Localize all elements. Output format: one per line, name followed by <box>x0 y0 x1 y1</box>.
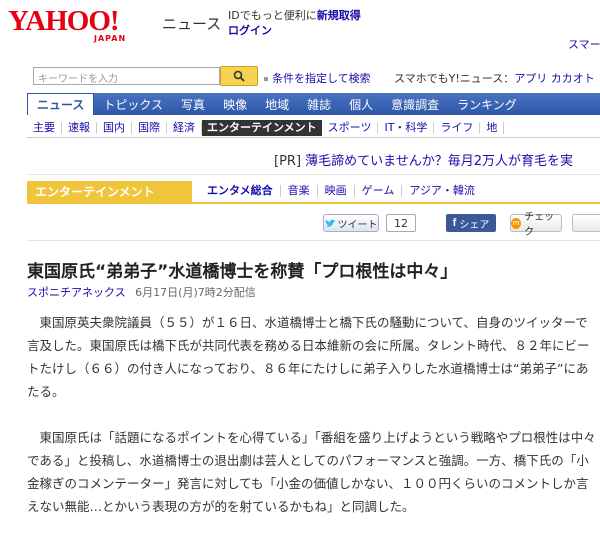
facebook-share-label: シェア <box>459 219 490 231</box>
section-header: エンターテインメント エンタメ総合 音楽 映画 ゲーム アジア・韓流 <box>27 181 600 204</box>
gnav-individual[interactable]: 個人 <box>340 93 382 115</box>
cat-life[interactable]: ライフ <box>434 121 481 134</box>
article-source-link[interactable]: スポニチアネックス <box>27 286 126 299</box>
sub-entertainment-general[interactable]: エンタメ総合 <box>207 185 281 197</box>
article-body: 東国原英夫衆院議員（５５）が１６日、水道橋博士と橋下氏の騒動について、自身のツイ… <box>27 311 600 539</box>
sub-asia-korea[interactable]: アジア・韓流 <box>402 185 482 197</box>
section-sub-nav: エンタメ総合 音楽 映画 ゲーム アジア・韓流 <box>207 185 482 197</box>
global-nav: ニュース トピックス 写真 映像 地域 雑誌 個人 意識調査 ランキング <box>27 93 600 115</box>
header-promo: IDでもっと便利に新規取得 ログイン <box>228 8 361 38</box>
gnav-photo[interactable]: 写真 <box>172 93 214 115</box>
cat-local[interactable]: 地 <box>480 121 505 134</box>
cat-domestic[interactable]: 国内 <box>97 121 132 134</box>
mobile-promo: スマホでもY!ニュース：アプリ カカオト <box>394 70 595 86</box>
pr-tag: [PR] <box>274 154 302 169</box>
section-label[interactable]: エンターテインメント <box>27 181 192 202</box>
tweet-button[interactable]: ツイート <box>323 214 379 232</box>
service-name[interactable]: ニュース <box>162 13 221 34</box>
search-input[interactable]: キーワードを入力 <box>33 67 220 85</box>
tweet-count: 12 <box>386 214 416 232</box>
pr-ad-link[interactable]: [PR] 薄毛諦めていませんか？毎月2万人が育毛を実 <box>274 150 573 169</box>
divider <box>27 240 600 241</box>
gnav-topics[interactable]: トピックス <box>94 93 172 115</box>
mobile-promo-text: スマホでもY!ニュース： <box>394 72 515 85</box>
article-headline: 東国原氏“弟弟子”水道橋博士を称賛「プロ根性は中々」 <box>27 262 458 282</box>
divider <box>27 174 600 175</box>
logo-text: YAHOO! <box>8 5 120 37</box>
gnav-video[interactable]: 映像 <box>214 93 256 115</box>
article-paragraph: 東国原英夫衆院議員（５５）が１６日、水道橋博士と橋下氏の騒動について、自身のツイ… <box>27 315 590 399</box>
cat-main[interactable]: 主要 <box>27 121 62 134</box>
sub-music[interactable]: 音楽 <box>281 185 318 197</box>
category-nav: 主要 速報 国内 国際 経済 エンターテインメント スポーツ IT・科学 ライフ… <box>27 118 600 138</box>
cat-it-science[interactable]: IT・科学 <box>378 121 435 134</box>
cat-international[interactable]: 国際 <box>132 121 167 134</box>
gnav-local[interactable]: 地域 <box>256 93 298 115</box>
cat-breaking[interactable]: 速報 <box>62 121 97 134</box>
facebook-icon: f <box>452 217 457 229</box>
gnav-ranking[interactable]: ランキング <box>448 93 526 115</box>
logo-sub-text: JAPAN <box>94 34 127 43</box>
article-meta: スポニチアネックス 6月17日(月)7時2分配信 <box>27 284 256 300</box>
gnav-magazine[interactable]: 雑誌 <box>298 93 340 115</box>
gnav-news[interactable]: ニュース <box>27 93 95 115</box>
login-link[interactable]: ログイン <box>228 23 361 38</box>
twitter-bird-icon <box>324 219 335 227</box>
yahoo-japan-logo[interactable]: YAHOO! JAPAN <box>8 5 156 43</box>
sub-game[interactable]: ゲーム <box>355 185 403 197</box>
header-right-link[interactable]: スマー <box>568 36 600 52</box>
pr-text[interactable]: 薄毛諦めていませんか？毎月2万人が育毛を実 <box>305 154 573 169</box>
article-paragraph: 東国原氏は「話題になるポイントを心得ている」「番組を盛り上げようという戦略やプロ… <box>27 430 596 514</box>
search-button[interactable] <box>220 66 258 86</box>
sub-movie[interactable]: 映画 <box>318 185 355 197</box>
cat-entertainment[interactable]: エンターテインメント <box>202 119 322 136</box>
extra-share-button[interactable] <box>572 214 600 232</box>
advanced-search-link[interactable]: 条件を指定して検索 <box>264 70 371 86</box>
promo-text: IDでもっと便利に <box>228 9 317 22</box>
tweet-label: ツイート <box>337 219 378 231</box>
mixi-check-button[interactable]: m チェック <box>510 212 562 238</box>
mobile-app-links[interactable]: アプリ カカオト <box>514 72 595 85</box>
search-icon <box>233 70 245 82</box>
check-label: チェック <box>524 212 555 238</box>
check-icon: m <box>511 217 522 229</box>
gnav-survey[interactable]: 意識調査 <box>382 93 448 115</box>
signup-link[interactable]: 新規取得 <box>317 9 361 22</box>
facebook-share-button[interactable]: f シェア <box>446 214 496 232</box>
cat-sports[interactable]: スポーツ <box>322 121 379 134</box>
cat-economy[interactable]: 経済 <box>167 121 202 134</box>
article-date: 6月17日(月)7時2分配信 <box>135 286 256 299</box>
